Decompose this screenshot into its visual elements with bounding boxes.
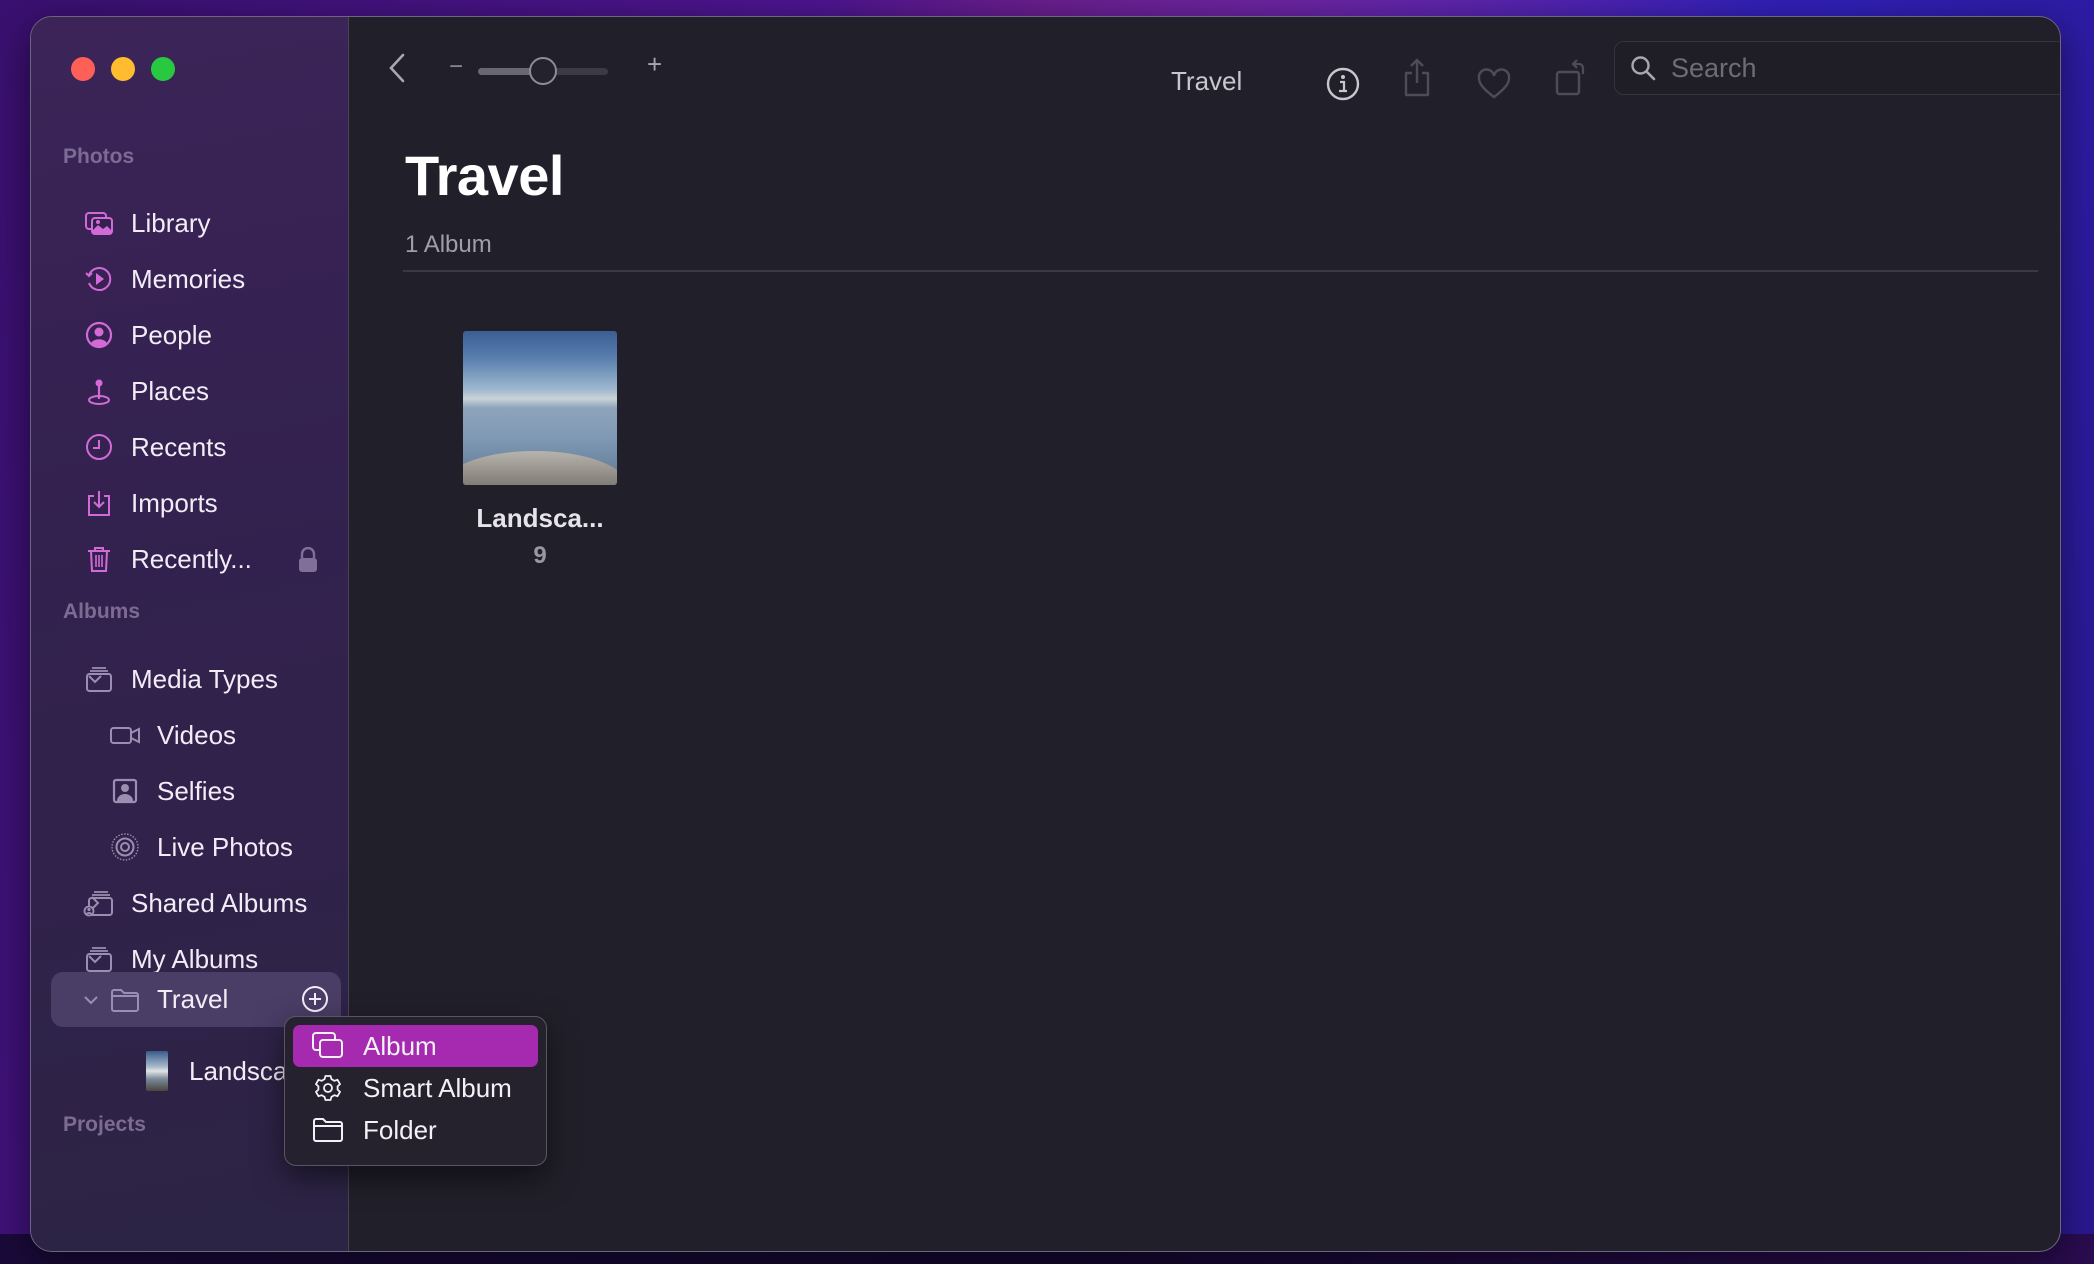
zoom-slider[interactable] [478, 57, 608, 85]
album-name: Landsca... [476, 503, 604, 533]
zoom-in-button[interactable]: + [647, 49, 662, 80]
rotate-icon [1555, 59, 1585, 96]
recents-icon [81, 429, 117, 465]
zoom-out-button[interactable]: − [449, 53, 463, 81]
sidebar-item-label: Travel [157, 984, 229, 1014]
menu-item-label: Album [363, 1030, 437, 1061]
sidebar-item-label: Live Photos [157, 831, 293, 862]
chevron-down-icon[interactable] [81, 990, 101, 1010]
sidebar-item-imports[interactable]: Imports [51, 477, 341, 529]
sidebar-item-people[interactable]: People [51, 309, 341, 361]
sidebar-item-label: Landsca [189, 1055, 288, 1086]
zoom-slider-knob[interactable] [529, 57, 557, 85]
share-icon [1404, 58, 1430, 97]
close-window-button[interactable] [71, 57, 95, 81]
sidebar-item-label: Library [131, 207, 211, 238]
chevron-down-icon[interactable] [85, 669, 105, 689]
window-controls [71, 57, 175, 81]
sidebar-item-library[interactable]: Library [51, 197, 341, 249]
trash-icon [81, 541, 117, 577]
rotate-button[interactable] [1551, 57, 1591, 99]
album-thumbnail[interactable] [463, 331, 617, 485]
minimize-window-button[interactable] [111, 57, 135, 81]
zoom-window-button[interactable] [151, 57, 175, 81]
gear-icon [314, 1075, 342, 1101]
album-count-label: 1 Album [405, 231, 492, 258]
sidebar-item-label: Imports [131, 487, 218, 518]
sidebar-item-recents[interactable]: Recents [51, 421, 341, 473]
lock-icon [297, 546, 319, 580]
add-menu: Album Smart Album Folder [284, 1016, 547, 1166]
search-input[interactable] [1671, 52, 2031, 84]
sidebar-item-label: Recents [131, 431, 227, 462]
share-button[interactable] [1397, 57, 1437, 99]
info-button[interactable] [1323, 63, 1363, 105]
add-item-button[interactable] [301, 985, 329, 1013]
search-field[interactable] [1614, 41, 2060, 95]
sidebar-item-label: Shared Albums [131, 887, 308, 918]
sidebar-item-label: Recently... [131, 543, 252, 574]
back-button[interactable] [385, 51, 409, 85]
folder-icon [313, 1118, 343, 1142]
toolbar: − + Travel [349, 17, 2060, 117]
menu-item-folder[interactable]: Folder [293, 1109, 538, 1151]
live-photo-icon [107, 829, 143, 865]
sidebar-item-label: Memories [131, 263, 246, 294]
sidebar-item-label: Selfies [157, 775, 236, 806]
sidebar-item-videos[interactable]: Videos [51, 709, 341, 761]
sidebar-item-media-types[interactable]: Media Types [51, 653, 341, 705]
section-header-projects[interactable]: Projects [63, 1113, 146, 1137]
menu-item-label: Smart Album [363, 1072, 512, 1103]
info-icon [1326, 67, 1360, 101]
menu-item-label: Folder [363, 1114, 437, 1145]
library-icon [81, 205, 117, 241]
album-icon [312, 1032, 343, 1058]
sidebar-item-label: Media Types [131, 663, 278, 694]
selfie-icon [107, 773, 143, 809]
video-icon [107, 717, 143, 753]
sidebar-item-label: Videos [157, 719, 237, 750]
sidebar-item-recently-deleted[interactable]: Recently... [51, 533, 341, 585]
chevron-down-icon[interactable] [85, 949, 105, 969]
album-thumbnail [139, 1051, 175, 1091]
airplane-wing-image [463, 451, 617, 485]
memories-icon [81, 261, 117, 297]
people-icon [81, 317, 117, 353]
divider [403, 270, 2038, 272]
search-icon [1631, 56, 1656, 81]
sidebar-item-live-photos[interactable]: Live Photos [51, 821, 341, 873]
album-card[interactable]: Landsca... 9 [463, 331, 617, 570]
sidebar-item-places[interactable]: Places [51, 365, 341, 417]
favorite-button[interactable] [1474, 63, 1514, 105]
sidebar-item-label: Places [131, 375, 210, 406]
places-icon [81, 373, 117, 409]
album-photo-count: 9 [533, 542, 547, 569]
menu-item-album[interactable]: Album [293, 1025, 538, 1067]
sidebar-item-shared-albums[interactable]: Shared Albums [51, 877, 341, 929]
sidebar-item-memories[interactable]: Memories [51, 253, 341, 305]
imports-icon [81, 485, 117, 521]
sidebar-item-selfies[interactable]: Selfies [51, 765, 341, 817]
section-header-photos[interactable]: Photos [63, 145, 134, 169]
chevron-right-icon[interactable] [85, 893, 105, 913]
page-title: Travel [405, 144, 564, 207]
folder-icon [107, 982, 143, 1018]
sidebar-item-label: People [131, 319, 212, 350]
sidebar-item-label: My Albums [131, 943, 259, 974]
main-content: − + Travel Travel [349, 17, 2060, 1251]
heart-icon [1477, 68, 1511, 99]
menu-item-smart-album[interactable]: Smart Album [293, 1067, 538, 1109]
toolbar-title: Travel [1171, 66, 1243, 96]
section-header-albums[interactable]: Albums [63, 600, 140, 624]
